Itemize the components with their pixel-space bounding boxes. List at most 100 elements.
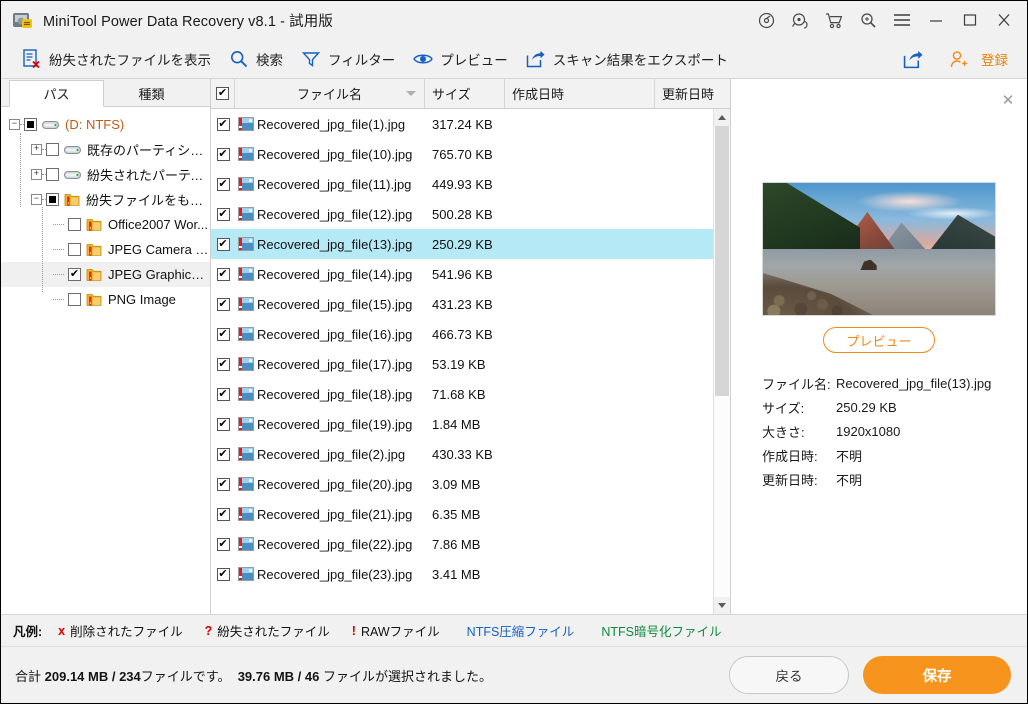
- tree-expander-minus[interactable]: −: [9, 119, 20, 130]
- minimize-icon[interactable]: [919, 3, 953, 37]
- table-row[interactable]: Recovered_jpg_file(18).jpg 71.68 KB: [211, 379, 713, 409]
- tree-node[interactable]: Office2007 Wor...: [1, 212, 210, 237]
- search-button[interactable]: 検索: [220, 43, 292, 75]
- preview-open-button[interactable]: プレビュー: [823, 327, 935, 353]
- tree-node-checkbox[interactable]: [68, 218, 81, 231]
- tree-node-checkbox[interactable]: [68, 293, 81, 306]
- row-checkbox[interactable]: [216, 387, 230, 401]
- tree-expander-minus[interactable]: −: [31, 194, 42, 205]
- row-checkbox[interactable]: [216, 207, 230, 221]
- table-row[interactable]: Recovered_jpg_file(11).jpg 449.93 KB: [211, 169, 713, 199]
- row-check-cell[interactable]: [211, 177, 235, 191]
- table-row[interactable]: Recovered_jpg_file(12).jpg 500.28 KB: [211, 199, 713, 229]
- row-checkbox[interactable]: [216, 357, 230, 371]
- tree-node[interactable]: JPEG Camera file: [1, 237, 210, 262]
- column-header-filename[interactable]: ファイル名: [235, 79, 425, 108]
- menu-icon[interactable]: [885, 3, 919, 37]
- row-check-cell[interactable]: [211, 357, 235, 371]
- search-license-icon[interactable]: [851, 3, 885, 37]
- row-checkbox[interactable]: [216, 477, 230, 491]
- close-preview-icon[interactable]: ✕: [999, 91, 1017, 109]
- row-checkbox[interactable]: [216, 177, 230, 191]
- row-check-cell[interactable]: [211, 207, 235, 221]
- row-checkbox[interactable]: [216, 417, 230, 431]
- tree-node-checkbox[interactable]: [46, 143, 59, 156]
- table-row[interactable]: Recovered_jpg_file(22).jpg 7.86 MB: [211, 529, 713, 559]
- cart-icon[interactable]: [817, 3, 851, 37]
- row-check-cell[interactable]: [211, 147, 235, 161]
- row-check-cell[interactable]: [211, 447, 235, 461]
- tree-node-checkbox[interactable]: [68, 243, 81, 256]
- table-row[interactable]: Recovered_jpg_file(23).jpg 3.41 MB: [211, 559, 713, 589]
- table-row[interactable]: Recovered_jpg_file(10).jpg 765.70 KB: [211, 139, 713, 169]
- tree-node[interactable]: − (D: NTFS): [1, 112, 210, 137]
- filter-button[interactable]: フィルター: [292, 43, 404, 75]
- table-row[interactable]: Recovered_jpg_file(13).jpg 250.29 KB: [211, 229, 713, 259]
- row-checkbox[interactable]: [216, 237, 230, 251]
- row-checkbox[interactable]: [216, 267, 230, 281]
- table-row[interactable]: Recovered_jpg_file(1).jpg 317.24 KB: [211, 109, 713, 139]
- row-checkbox[interactable]: [216, 447, 230, 461]
- table-row[interactable]: Recovered_jpg_file(17).jpg 53.19 KB: [211, 349, 713, 379]
- file-list-scrollbar[interactable]: [713, 109, 730, 614]
- tree-node-checkbox[interactable]: [46, 193, 59, 206]
- tree-expander-plus[interactable]: +: [31, 169, 42, 180]
- share-export-button[interactable]: [894, 43, 939, 75]
- save-button[interactable]: 保存: [863, 656, 1011, 694]
- tree-node[interactable]: + 既存のパーティション(N...: [1, 137, 210, 162]
- tree-expander-plus[interactable]: +: [31, 144, 42, 155]
- tree-node[interactable]: PNG Image: [1, 287, 210, 312]
- table-row[interactable]: Recovered_jpg_file(16).jpg 466.73 KB: [211, 319, 713, 349]
- row-checkbox[interactable]: [216, 537, 230, 551]
- table-row[interactable]: Recovered_jpg_file(2).jpg 430.33 KB: [211, 439, 713, 469]
- table-row[interactable]: Recovered_jpg_file(20).jpg 3.09 MB: [211, 469, 713, 499]
- row-check-cell[interactable]: [211, 477, 235, 491]
- tree-node[interactable]: JPEG Graphics ...: [1, 262, 210, 287]
- select-all-checkbox[interactable]: [216, 87, 229, 100]
- table-row[interactable]: Recovered_jpg_file(15).jpg 431.23 KB: [211, 289, 713, 319]
- support-headset-icon[interactable]: [783, 3, 817, 37]
- row-check-cell[interactable]: [211, 327, 235, 341]
- maximize-icon[interactable]: [953, 3, 987, 37]
- scrollbar-thumb[interactable]: [715, 126, 729, 396]
- disc-scan-icon[interactable]: [749, 3, 783, 37]
- tree-node-checkbox[interactable]: [46, 168, 59, 181]
- row-check-cell[interactable]: [211, 117, 235, 131]
- row-checkbox[interactable]: [216, 327, 230, 341]
- row-checkbox[interactable]: [216, 117, 230, 131]
- row-checkbox[interactable]: [216, 567, 230, 581]
- row-check-cell[interactable]: [211, 267, 235, 281]
- export-scan-result-button[interactable]: スキャン結果をエクスポート: [517, 43, 737, 75]
- close-icon[interactable]: [987, 3, 1021, 37]
- column-header-selectall[interactable]: [211, 79, 235, 108]
- tree-node-checkbox[interactable]: [24, 118, 37, 131]
- row-check-cell[interactable]: [211, 237, 235, 251]
- table-row[interactable]: Recovered_jpg_file(21).jpg 6.35 MB: [211, 499, 713, 529]
- register-button[interactable]: 登録: [939, 43, 1017, 75]
- tree-node-checkbox[interactable]: [68, 268, 81, 281]
- row-check-cell[interactable]: [211, 417, 235, 431]
- scroll-up-button[interactable]: [714, 109, 730, 126]
- tree-node[interactable]: + 紛失されたパーティショ...: [1, 162, 210, 187]
- row-checkbox[interactable]: [216, 507, 230, 521]
- preview-button[interactable]: プレビュー: [404, 43, 517, 75]
- row-check-cell[interactable]: [211, 297, 235, 311]
- row-check-cell[interactable]: [211, 567, 235, 581]
- scrollbar-track[interactable]: [714, 126, 730, 597]
- tab-type[interactable]: 種類: [104, 79, 199, 106]
- table-row[interactable]: Recovered_jpg_file(14).jpg 541.96 KB: [211, 259, 713, 289]
- row-checkbox[interactable]: [216, 297, 230, 311]
- row-checkbox[interactable]: [216, 147, 230, 161]
- back-button[interactable]: 戻る: [729, 656, 849, 694]
- column-header-modified[interactable]: 更新日時: [655, 79, 730, 108]
- tab-path[interactable]: パス: [9, 80, 104, 107]
- tree-node[interactable]: − 紛失ファイルをもっと表...: [1, 187, 210, 212]
- scroll-down-button[interactable]: [714, 597, 730, 614]
- column-header-size[interactable]: サイズ: [425, 79, 505, 108]
- row-check-cell[interactable]: [211, 387, 235, 401]
- column-header-created[interactable]: 作成日時: [505, 79, 655, 108]
- show-lost-files-button[interactable]: 紛失されたファイルを表示: [13, 43, 220, 75]
- row-check-cell[interactable]: [211, 537, 235, 551]
- table-row[interactable]: Recovered_jpg_file(19).jpg 1.84 MB: [211, 409, 713, 439]
- row-check-cell[interactable]: [211, 507, 235, 521]
